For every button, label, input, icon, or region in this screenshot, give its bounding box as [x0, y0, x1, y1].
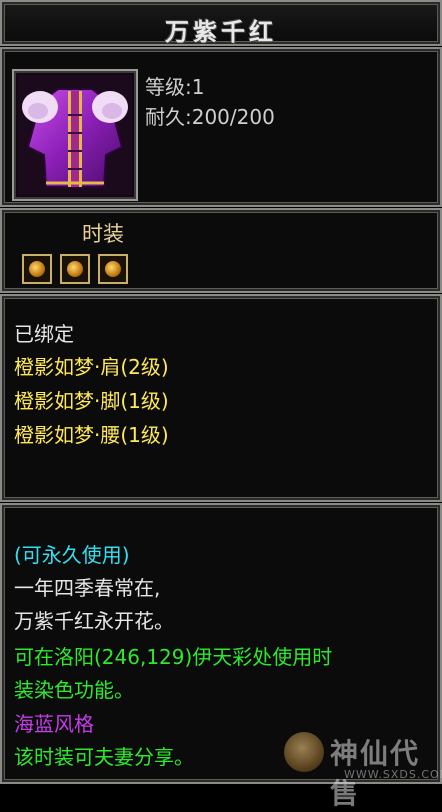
item-category: 时装: [82, 222, 124, 246]
socket-gem-icon[interactable]: [98, 254, 128, 284]
poem-line-2: 万紫千红永开花。: [14, 609, 174, 633]
share-note: 该时装可夫妻分享。: [14, 745, 194, 769]
set-bonus-feet: 橙影如梦·脚(1级): [14, 389, 169, 413]
item-icon-frame: [12, 69, 138, 201]
attribute-section: 已绑定 橙影如梦·肩(2级) 橙影如梦·脚(1级) 橙影如梦·腰(1级): [0, 294, 442, 502]
socket-gem-icon[interactable]: [22, 254, 52, 284]
set-bonus-shoulder: 橙影如梦·肩(2级): [14, 355, 169, 379]
socket-gem-icon[interactable]: [60, 254, 90, 284]
item-name: 万紫千红: [165, 17, 277, 46]
watermark-logo-icon: [284, 732, 324, 772]
set-bonus-waist: 橙影如梦·腰(1级): [14, 423, 169, 447]
usage-duration: (可永久使用): [14, 543, 130, 567]
bound-status: 已绑定: [14, 322, 74, 346]
item-durability: 耐久:200/200: [145, 105, 275, 129]
dye-instruction-line-2: 装染色功能。: [14, 678, 134, 702]
purple-robe-icon: [18, 75, 132, 195]
style-name: 海蓝风格: [14, 712, 94, 736]
dye-instruction-line-1: 可在洛阳(246,129)伊天彩处使用时: [14, 645, 333, 669]
watermark: 神仙代售 WWW.SXDS.COM: [282, 730, 442, 810]
tooltip-title-bar: 万紫千红: [0, 0, 442, 46]
socket-section: 时装: [0, 208, 442, 293]
item-header: 等级:1 耐久:200/200: [0, 47, 442, 207]
item-level: 等级:1: [145, 75, 205, 99]
poem-line-1: 一年四季春常在,: [14, 576, 161, 600]
watermark-url: WWW.SXDS.COM: [344, 768, 442, 781]
